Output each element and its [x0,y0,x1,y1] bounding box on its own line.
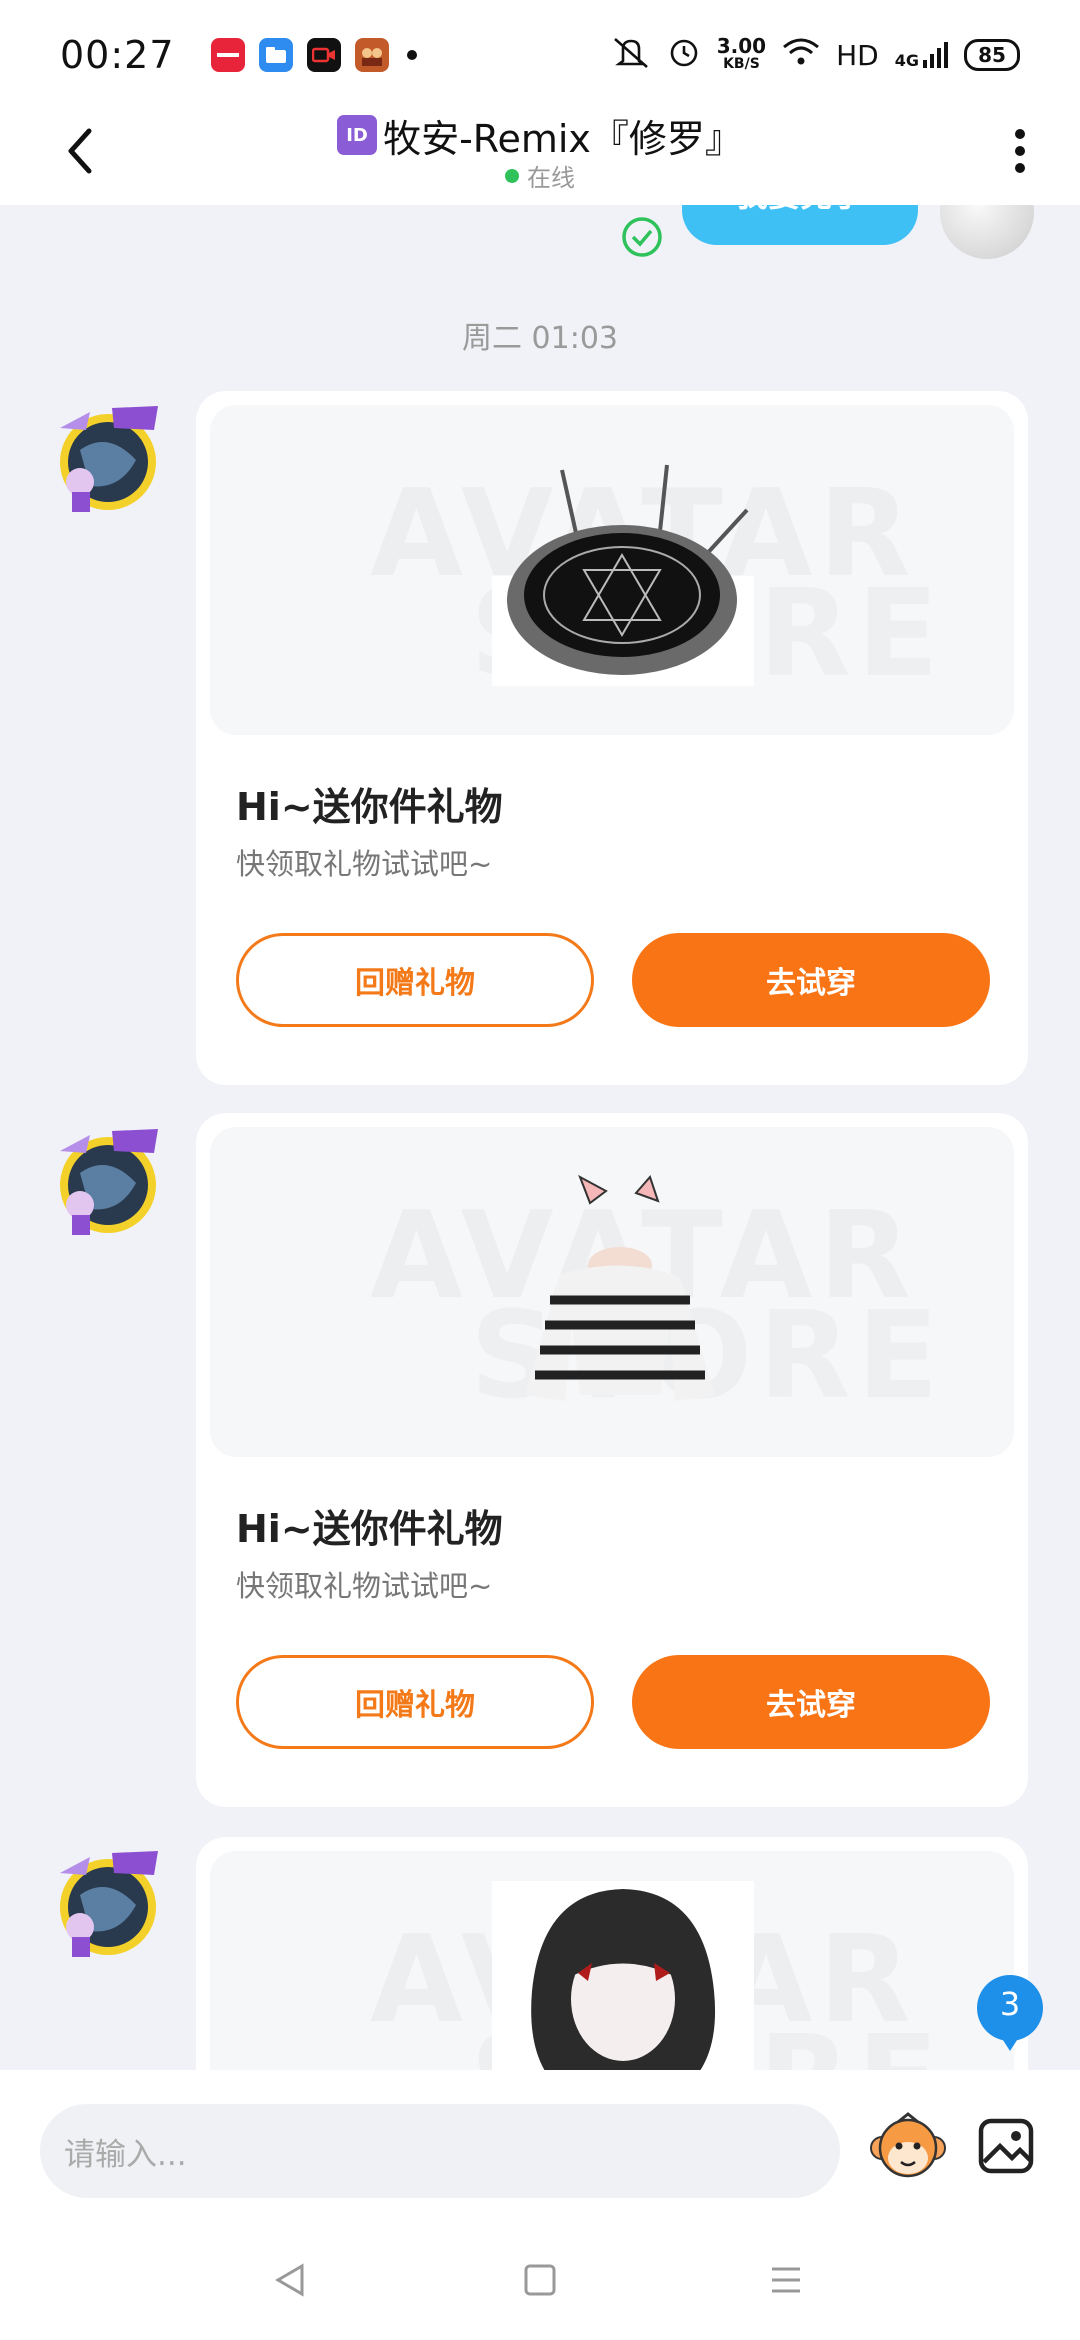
striped-sweater-item [525,1174,715,1401]
gift-card[interactable]: AVATAR STORE Hi~送你件礼物 快领取礼物试试吧~ 回赠礼物 去试穿 [196,1113,1028,1807]
status-time: 00:27 [60,33,175,77]
more-options-button[interactable] [990,116,1050,186]
contact-name: ID 牧安-Remix『修罗』 [0,110,1080,161]
online-status: 在线 [0,158,1080,193]
gift-title: Hi~送你件礼物 [236,785,503,829]
square-home-icon [524,2264,556,2296]
menu-recents-icon [772,2267,800,2293]
chat-header: ID 牧安-Remix『修罗』 在线 [0,110,1080,205]
magic-circle-item [492,464,754,686]
speed-unit: KB/S [723,56,760,72]
sender-avatar-image [60,406,158,512]
xiaohongshu-icon [210,38,245,72]
monkey-emoji-icon [870,2112,946,2178]
speed-value: 3.00 [716,34,767,58]
image-picker-button[interactable] [974,2106,1038,2186]
my-avatar[interactable] [940,205,1034,259]
nav-recents-button[interactable] [756,2250,816,2310]
message-input-bar: 请输入... [0,2070,1080,2220]
emoji-button[interactable] [868,2106,948,2186]
try-on-button[interactable]: 去试穿 [632,933,990,1027]
game-icon [354,38,389,72]
battery-indicator: 85 [964,39,1020,71]
alarm-icon [667,35,701,76]
outgoing-bubble-text: 我要兑了 [736,205,864,214]
sender-avatar[interactable] [50,1845,168,1963]
signal-icon: 4G [895,40,948,70]
message-input-placeholder: 请输入... [64,2136,187,2173]
more-notifications-dot [406,50,417,60]
gift-image[interactable]: AVATAR STORE [210,1851,1014,2070]
message-timestamp: 周二 01:03 [462,321,618,356]
image-icon [978,2118,1034,2174]
nav-home-button[interactable] [510,2250,570,2310]
sent-check-icon [622,217,662,257]
signal-label: 4G [894,51,919,70]
black-hair-item [492,1881,754,2070]
gift-image[interactable]: AVATAR STORE [210,1127,1014,1457]
gift-card[interactable]: AVATAR STORE Hi~送你件礼物 快领取礼物试试吧~ 回赠礼物 去试穿 [196,391,1028,1085]
triangle-back-icon [275,2263,304,2297]
more-vertical-icon [1015,129,1025,173]
network-speed: 3.00 KB/S [716,34,767,73]
message-input[interactable]: 请输入... [40,2104,840,2198]
online-status-text: 在线 [527,164,575,192]
unread-count: 3 [999,1985,1021,2023]
system-nav-bar [0,2220,1080,2340]
sender-avatar[interactable] [50,1123,168,1241]
try-on-button[interactable]: 去试穿 [632,1655,990,1749]
nav-back-button[interactable] [260,2250,320,2310]
status-bar: 00:27 3.00 KB/S HD 4G 85 [0,0,1080,110]
gift-subtitle: 快领取礼物试试吧~ [236,1569,493,1603]
online-dot-icon [505,168,519,183]
outgoing-message-partial: 我要兑了 [0,205,1080,275]
video-icon [306,38,341,72]
wifi-icon [782,37,820,74]
outgoing-bubble[interactable]: 我要兑了 [682,205,918,245]
gift-image[interactable]: AVATAR STORE [210,405,1014,735]
gift-card[interactable]: AVATAR STORE [196,1837,1028,2070]
status-indicators: 3.00 KB/S HD 4G 85 [611,35,1020,76]
contact-name-text: 牧安-Remix『修罗』 [383,116,743,161]
return-gift-button[interactable]: 回赠礼物 [236,933,594,1027]
unread-messages-badge[interactable]: 3 [975,1975,1045,2051]
chat-messages[interactable]: 我要兑了 周二 01:03 AVATAR STORE [0,205,1080,2070]
sender-avatar[interactable] [50,400,168,518]
id-badge-icon: ID [337,115,378,155]
status-app-icons [210,38,417,72]
gift-title: Hi~送你件礼物 [236,1507,503,1551]
return-gift-button[interactable]: 回赠礼物 [236,1655,594,1749]
network-type: HD [836,38,879,72]
mute-icon [611,35,651,76]
sender-avatar-image [60,1129,158,1235]
gift-subtitle: 快领取礼物试试吧~ [236,847,493,881]
sender-avatar-image [60,1851,158,1957]
files-icon [258,38,293,72]
